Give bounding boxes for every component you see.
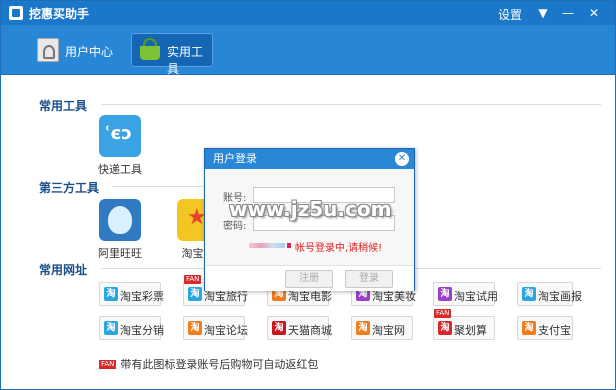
settings-button[interactable]: 设置 [498,6,522,23]
site-link-label: 天猫商城 [288,324,332,337]
user-center-icon [37,38,59,62]
login-status-text: 帐号登录中,请稍候! [295,243,383,254]
site-link[interactable]: 淘聚划算 FAN [433,309,495,340]
tab-user-center[interactable]: 用户中心 [29,33,113,67]
site-link-label: 聚划算 [454,324,487,337]
site-link[interactable]: 淘天猫商城 [267,316,332,340]
site-logo-icon: 淘 [104,287,118,301]
fan-footnote: FAN 带有此图标登录账号后购物可自动返红包 [99,356,318,372]
fan-badge-icon: FAN [99,360,117,369]
login-button[interactable]: 登录 [345,270,393,288]
loading-indicator [249,243,291,248]
site-link-label: 淘宝彩票 [120,290,164,303]
site-link[interactable]: 淘淘宝画报 [517,282,582,306]
account-input[interactable] [253,187,395,203]
site-logo-icon: 淘 [522,321,536,335]
app-aliwangwang-label: 阿里旺旺 [98,247,142,260]
login-dialog-footer: 注册 登录 [205,265,414,291]
site-link-label: 淘宝画报 [538,290,582,303]
login-dialog: 用户登录 ✕ 账号: 密码: 帐号登录中,请稍候! 注册 登录 [204,148,415,291]
site-link-label: 淘宝论坛 [204,324,248,337]
login-dialog-body: 账号: 密码: 帐号登录中,请稍候! [205,169,414,265]
site-link[interactable]: 淘淘宝彩票 [99,282,164,306]
app-aliwangwang[interactable]: 阿里旺旺 [95,199,145,261]
section-common-sites-title: 常用网址 [39,263,88,277]
site-logo-icon: 淘 [188,287,202,301]
tab-utilities-label: 实用工具 [167,45,204,76]
tab-user-center-label: 用户中心 [65,45,114,59]
password-input[interactable] [253,215,395,231]
site-link-label: 淘宝网 [372,324,405,337]
app-express-label: 快递工具 [98,163,142,176]
site-logo-icon: 淘 [438,321,452,335]
site-logo-icon: 淘 [356,321,370,335]
divider [101,104,601,105]
site-link-label: 支付宝 [538,324,571,337]
dropdown-arrow-icon[interactable]: ▼ [534,4,552,22]
window-title: 挖惠买助手 [29,7,90,21]
tab-utilities[interactable]: 实用工具 [131,33,213,76]
express-icon [99,115,141,157]
site-link[interactable]: 淘淘宝分销 [99,316,164,340]
title-bar: 挖惠买助手 设置 ▼ — ✕ [1,1,615,25]
app-express-tool[interactable]: 快递工具 [95,115,145,177]
site-link[interactable]: 淘支付宝 [517,316,573,340]
account-label: 账号: [223,193,247,204]
fan-badge-icon: FAN [184,275,202,284]
app-logo-icon [9,6,23,20]
divider [113,186,203,187]
section-third-party-title: 第三方工具 [39,181,100,195]
password-label: 密码: [223,221,247,232]
site-link[interactable]: 淘淘宝试用 [433,282,498,306]
site-logo-icon: 淘 [522,287,536,301]
site-link-label: 淘宝分销 [120,324,164,337]
site-link-label: 淘宝试用 [454,290,498,303]
minimize-icon[interactable]: — [559,4,577,22]
tab-bar: 用户中心 实用工具 [1,25,615,76]
site-link[interactable]: 淘淘宝论坛 [183,316,248,340]
site-logo-icon: 淘 [188,321,202,335]
aliwangwang-icon [99,199,141,241]
close-icon[interactable]: ✕ [395,152,409,166]
site-logo-icon: 淘 [104,321,118,335]
close-icon[interactable]: ✕ [585,4,603,22]
section-common-tools-title: 常用工具 [39,99,88,113]
basket-icon [139,38,161,62]
login-dialog-title: 用户登录 [205,149,414,169]
site-logo-icon: 淘 [272,321,286,335]
register-button[interactable]: 注册 [285,270,333,288]
app-window: 挖惠买助手 设置 ▼ — ✕ 用户中心 实用工具 常用工具 快递工具 第三方工具… [0,0,616,390]
footnote-text: 带有此图标登录账号后购物可自动返红包 [120,358,319,371]
fan-badge-icon: FAN [434,309,452,318]
site-logo-icon: 淘 [438,287,452,301]
site-link[interactable]: 淘淘宝网 [351,316,413,340]
